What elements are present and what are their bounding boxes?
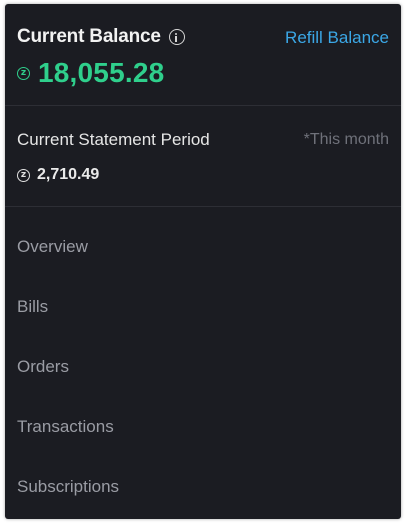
current-balance-amount-row: z 18,055.28 (17, 57, 164, 89)
current-balance-title: Current Balance (17, 26, 161, 47)
current-balance-amount: 18,055.28 (38, 57, 165, 88)
currency-coin-icon: z (17, 168, 30, 182)
statement-amount: 2,710.49 (37, 166, 100, 183)
nav-item-transactions[interactable]: Transactions (5, 397, 401, 457)
nav-item-subscriptions[interactable]: Subscriptions (5, 457, 401, 517)
billing-nav: Overview Bills Orders Transactions Subsc… (5, 217, 401, 517)
nav-item-orders[interactable]: Orders (5, 337, 401, 397)
currency-coin-icon: z (17, 66, 30, 80)
statement-period-section: Current Statement Period *This month z 2… (5, 106, 401, 207)
billing-panel: Current Balance Refill Balance z 18,055.… (5, 4, 401, 519)
refill-balance-link[interactable]: Refill Balance (285, 28, 389, 48)
statement-period-range: *This month (303, 131, 389, 148)
current-balance-header: Current Balance (17, 26, 185, 48)
info-icon[interactable] (168, 29, 185, 45)
nav-item-overview[interactable]: Overview (5, 217, 401, 277)
nav-item-bills[interactable]: Bills (5, 277, 401, 337)
current-balance-section: Current Balance Refill Balance z 18,055.… (5, 4, 401, 106)
statement-amount-row: z 2,710.49 (17, 166, 99, 184)
statement-period-label: Current Statement Period (17, 130, 210, 149)
